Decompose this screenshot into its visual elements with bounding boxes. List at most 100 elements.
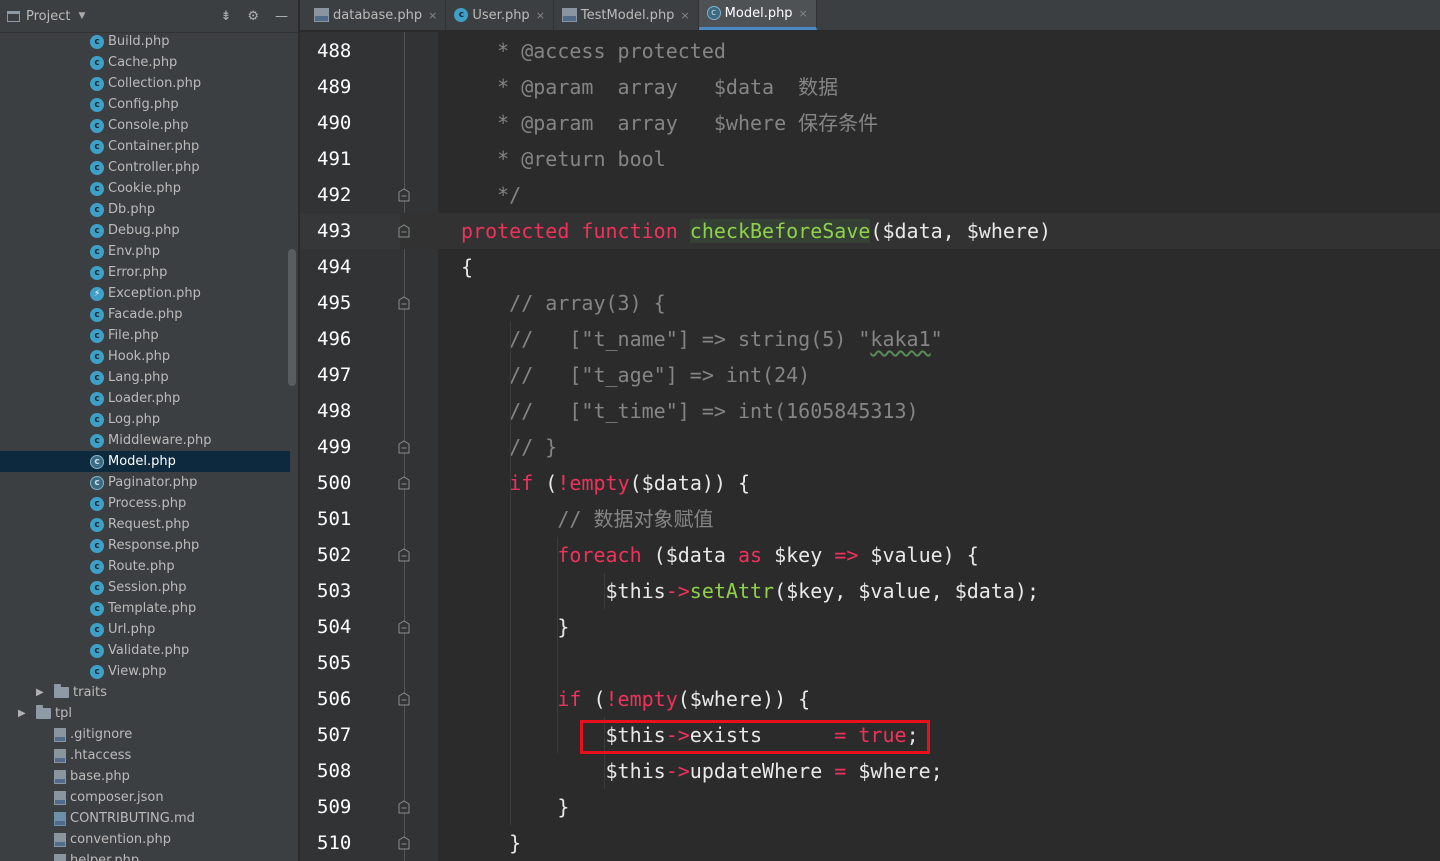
tree-item[interactable]: c Container.php bbox=[0, 136, 290, 157]
tree-item[interactable]: c File.php bbox=[0, 325, 290, 346]
line-number: 488 bbox=[317, 40, 352, 62]
close-tab-icon[interactable]: × bbox=[428, 9, 437, 22]
code-line[interactable]: 489 * @param array $data 数据 bbox=[300, 69, 1440, 105]
code-line[interactable]: 499 // } bbox=[300, 429, 1440, 465]
fold-marker-icon[interactable] bbox=[397, 548, 411, 562]
tree-item[interactable]: base.php bbox=[0, 766, 290, 787]
code-line[interactable]: 510 } bbox=[300, 825, 1440, 861]
code-line[interactable]: 491 * @return bool bbox=[300, 141, 1440, 177]
tree-item[interactable]: c Validate.php bbox=[0, 640, 290, 661]
tree-item[interactable]: c Loader.php bbox=[0, 388, 290, 409]
fold-marker-icon[interactable] bbox=[397, 692, 411, 706]
code-line[interactable]: 492 */ bbox=[300, 177, 1440, 213]
tree-item[interactable]: c Log.php bbox=[0, 409, 290, 430]
tree-item[interactable]: c Lang.php bbox=[0, 367, 290, 388]
tree-item[interactable]: ⚡ Exception.php bbox=[0, 283, 290, 304]
tree-item[interactable]: helper.php bbox=[0, 850, 290, 861]
tree-item[interactable]: c Template.php bbox=[0, 598, 290, 619]
tree-item[interactable]: ▶ tpl bbox=[0, 703, 290, 724]
tree-item[interactable]: c Debug.php bbox=[0, 220, 290, 241]
tree-item[interactable]: c Middleware.php bbox=[0, 430, 290, 451]
tree-item[interactable]: c Paginator.php bbox=[0, 472, 290, 493]
code-line[interactable]: 508 $this->updateWhere = $where; bbox=[300, 753, 1440, 789]
code-editor[interactable]: 488 * @access protected 489 * @param arra… bbox=[300, 32, 1440, 861]
fold-marker-icon[interactable] bbox=[397, 836, 411, 850]
class-icon: c bbox=[90, 223, 104, 238]
tree-item[interactable]: c Facade.php bbox=[0, 304, 290, 325]
fold-marker-icon[interactable] bbox=[397, 620, 411, 634]
code-line[interactable]: 504 } bbox=[300, 609, 1440, 645]
close-tab-icon[interactable]: × bbox=[799, 7, 808, 20]
expand-arrow-icon[interactable]: ▶ bbox=[36, 687, 54, 698]
code-line[interactable]: 494 { bbox=[300, 249, 1440, 285]
tree-item[interactable]: c Config.php bbox=[0, 94, 290, 115]
tree-item[interactable]: c Model.php bbox=[0, 451, 290, 472]
code-line[interactable]: 505 bbox=[300, 645, 1440, 681]
code-line[interactable]: 502 foreach ($data as $key => $value) { bbox=[300, 537, 1440, 573]
tree-item[interactable]: c Db.php bbox=[0, 199, 290, 220]
tree-item[interactable]: c Session.php bbox=[0, 577, 290, 598]
tree-item[interactable]: ▶ traits bbox=[0, 682, 290, 703]
line-number: 510 bbox=[317, 832, 352, 854]
tree-scrollbar[interactable] bbox=[288, 249, 296, 386]
tree-item[interactable]: convention.php bbox=[0, 829, 290, 850]
code-line[interactable]: 506 if (!empty($where)) { bbox=[300, 681, 1440, 717]
fold-marker-icon[interactable] bbox=[397, 188, 411, 202]
project-toolbar: ⇟ ⚙ — bbox=[220, 9, 298, 24]
close-tab-icon[interactable]: × bbox=[536, 9, 545, 22]
chevron-down-icon[interactable]: ▼ bbox=[78, 11, 85, 21]
line-number: 496 bbox=[317, 328, 352, 350]
tree-item[interactable]: c Console.php bbox=[0, 115, 290, 136]
class-icon: c bbox=[90, 433, 104, 448]
code-line[interactable]: 495 // array(3) { bbox=[300, 285, 1440, 321]
tree-item[interactable]: c Url.php bbox=[0, 619, 290, 640]
code-token: ($data)) { bbox=[629, 471, 751, 495]
tree-item[interactable]: composer.json bbox=[0, 787, 290, 808]
editor-tab[interactable]: TestModel.php × bbox=[554, 0, 699, 30]
editor-tab[interactable]: c Model.php × bbox=[698, 0, 817, 30]
code-line[interactable]: 497 // ["t_age"] => int(24) bbox=[300, 357, 1440, 393]
abstract-class-icon: c bbox=[90, 475, 104, 490]
tree-item[interactable]: c Controller.php bbox=[0, 157, 290, 178]
code-line[interactable]: 509 } bbox=[300, 789, 1440, 825]
editor-tab[interactable]: c User.php × bbox=[446, 0, 554, 30]
code-line[interactable]: 488 * @access protected bbox=[300, 33, 1440, 69]
editor-tab[interactable]: database.php × bbox=[306, 0, 447, 30]
collapse-all-icon[interactable]: ⇟ bbox=[220, 9, 231, 24]
tree-item[interactable]: c Cache.php bbox=[0, 52, 290, 73]
code-line[interactable]: 503 $this->setAttr($key, $value, $data); bbox=[300, 573, 1440, 609]
fold-marker-icon[interactable] bbox=[397, 800, 411, 814]
fold-marker-icon[interactable] bbox=[397, 296, 411, 310]
tree-item[interactable]: c Env.php bbox=[0, 241, 290, 262]
code-line[interactable]: 490 * @param array $where 保存条件 bbox=[300, 105, 1440, 141]
project-title[interactable]: Project bbox=[26, 9, 70, 24]
tree-item[interactable]: .htaccess bbox=[0, 745, 290, 766]
code-line[interactable]: 498 // ["t_time"] => int(1605845313) bbox=[300, 393, 1440, 429]
code-token: = bbox=[834, 759, 847, 783]
fold-marker-icon[interactable] bbox=[397, 476, 411, 490]
code-line[interactable]: 500 if (!empty($data)) { bbox=[300, 465, 1440, 501]
close-tab-icon[interactable]: × bbox=[680, 9, 689, 22]
tree-item[interactable]: c Build.php bbox=[0, 31, 290, 52]
code-line[interactable]: 496 // ["t_name"] => string(5) "kaka1" bbox=[300, 321, 1440, 357]
tree-item[interactable]: c Error.php bbox=[0, 262, 290, 283]
fold-marker-icon[interactable] bbox=[397, 224, 411, 238]
tree-item[interactable]: c View.php bbox=[0, 661, 290, 682]
tree-item-label: helper.php bbox=[70, 853, 140, 861]
tree-item[interactable]: CONTRIBUTING.md bbox=[0, 808, 290, 829]
expand-arrow-icon[interactable]: ▶ bbox=[18, 708, 36, 719]
tree-item[interactable]: c Route.php bbox=[0, 556, 290, 577]
code-line[interactable]: 493 protected function checkBeforeSave($d… bbox=[300, 213, 1440, 249]
tree-item[interactable]: c Request.php bbox=[0, 514, 290, 535]
fold-marker-icon[interactable] bbox=[397, 440, 411, 454]
tree-item[interactable]: c Cookie.php bbox=[0, 178, 290, 199]
tree-item[interactable]: c Hook.php bbox=[0, 346, 290, 367]
tree-item[interactable]: c Process.php bbox=[0, 493, 290, 514]
gear-icon[interactable]: ⚙ bbox=[247, 9, 259, 24]
hide-icon[interactable]: — bbox=[275, 9, 288, 24]
tree-item[interactable]: .gitignore bbox=[0, 724, 290, 745]
class-icon: c bbox=[90, 622, 104, 637]
code-line[interactable]: 501 // 数据对象赋值 bbox=[300, 501, 1440, 537]
tree-item[interactable]: c Response.php bbox=[0, 535, 290, 556]
tree-item[interactable]: c Collection.php bbox=[0, 73, 290, 94]
